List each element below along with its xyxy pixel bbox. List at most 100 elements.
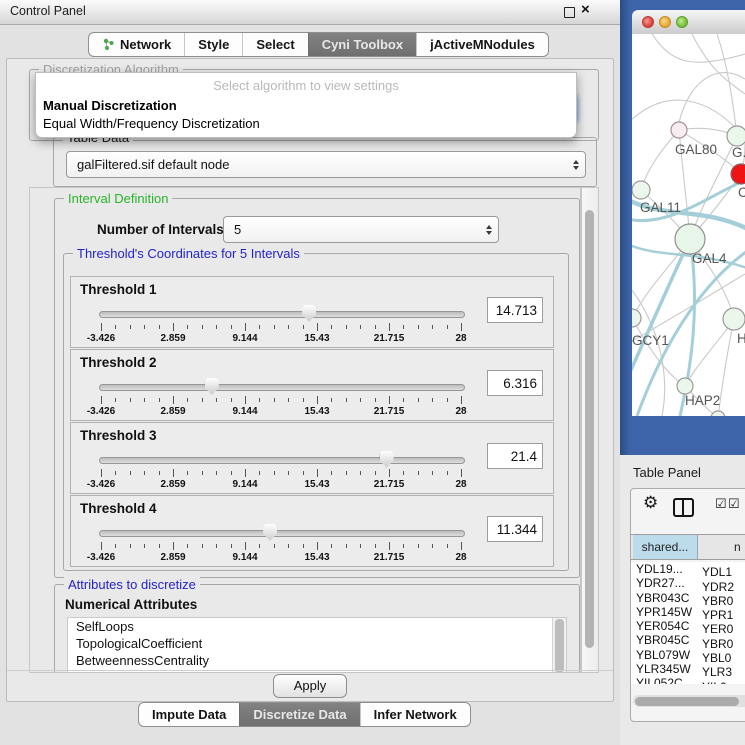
gear-icon[interactable]: ⚙	[643, 493, 658, 513]
tick-label: 28	[455, 479, 466, 490]
scrollbar-thumb[interactable]	[555, 619, 564, 673]
top-tab-bar: Network Style Select Cyni Toolbox jActiv…	[88, 32, 549, 57]
zoom-traffic-light-icon[interactable]	[676, 16, 688, 28]
table-row[interactable]: YDR27...YDR2	[631, 576, 745, 590]
threshold-value-field[interactable]: 14.713	[487, 297, 543, 323]
close-icon[interactable]: ×	[581, 1, 590, 18]
tick-label: 2.859	[160, 406, 185, 417]
scrollbar-thumb[interactable]	[635, 697, 739, 706]
attribute-item[interactable]: BetweennessCentrality	[68, 652, 566, 669]
tick-label: 9.144	[232, 406, 257, 417]
apply-button[interactable]: Apply	[273, 674, 347, 698]
panel-title: Control Panel	[10, 4, 86, 18]
threshold-slider[interactable]: -3.4262.8599.14415.4321.71528	[99, 378, 463, 418]
threshold-4-panel: Threshold 4 -3.4262.8599.14415.4321.7152…	[70, 495, 554, 567]
tab-discretize-data[interactable]: Discretize Data	[239, 703, 359, 726]
network-node[interactable]	[671, 122, 687, 138]
slider-track[interactable]	[99, 311, 465, 318]
network-node[interactable]	[632, 181, 650, 199]
attribute-item[interactable]: TopologicalCoefficient	[68, 635, 566, 652]
checkbox-icon[interactable]: ☑	[715, 496, 727, 512]
tab-label: jActiveMNodules	[430, 36, 535, 53]
slider-handle[interactable]	[205, 378, 219, 395]
split-columns-icon[interactable]	[673, 498, 694, 517]
checkbox-icon[interactable]: ☑	[728, 496, 740, 512]
tab-infer-network[interactable]: Infer Network	[360, 703, 470, 726]
node-label: GAL11	[640, 200, 681, 215]
table-row[interactable]: YER054CYER0	[631, 619, 745, 633]
column-header-name[interactable]: n	[698, 535, 745, 559]
slider-handle[interactable]	[302, 305, 316, 322]
control-panel-titlebar: Control Panel ×	[0, 0, 620, 25]
tab-impute-data[interactable]: Impute Data	[139, 703, 239, 726]
slider-handle[interactable]	[263, 524, 277, 541]
table-row[interactable]: YPR145WYPR1	[631, 605, 745, 619]
network-node[interactable]	[632, 309, 641, 327]
tick-label: -3.426	[87, 406, 115, 417]
tab-cyni-toolbox[interactable]: Cyni Toolbox	[308, 33, 416, 56]
network-node[interactable]	[711, 411, 725, 416]
threshold-slider[interactable]: -3.4262.8599.14415.4321.71528	[99, 451, 463, 491]
button-row: Apply	[7, 670, 613, 701]
scrollbar-thumb[interactable]	[585, 210, 594, 648]
combobox-stepper-icon[interactable]	[480, 217, 498, 242]
table-row[interactable]: YBR045CYBR0	[631, 633, 745, 647]
number-of-intervals-label: Number of Intervals	[97, 222, 224, 237]
dropdown-option-equal-width[interactable]: Equal Width/Frequency Discretization	[43, 116, 260, 131]
table-row[interactable]: YBL079WYBL0	[631, 648, 745, 662]
column-header-shared-name[interactable]: shared...	[633, 535, 698, 559]
attributes-scrollbar[interactable]	[552, 618, 566, 673]
tab-network[interactable]: Network	[89, 33, 184, 56]
tick-label: 2.859	[160, 333, 185, 344]
close-traffic-light-icon[interactable]	[642, 16, 654, 28]
table-header-row: shared... n	[631, 534, 745, 560]
table-row[interactable]: YDL19...YDL1	[631, 562, 745, 576]
tick-label: 15.43	[304, 552, 329, 563]
network-node[interactable]	[677, 378, 693, 394]
settings-scroll-area: Interval Definition Number of Intervals …	[29, 187, 581, 673]
horizontal-scrollbar[interactable]	[633, 695, 745, 707]
tab-label: Impute Data	[152, 706, 226, 723]
float-window-icon[interactable]	[564, 7, 575, 18]
threshold-slider[interactable]: -3.4262.8599.14415.4321.71528	[99, 305, 463, 345]
table-row[interactable]: YBR043CYBR0	[631, 591, 745, 605]
slider-track[interactable]	[99, 384, 465, 391]
network-node[interactable]	[723, 308, 745, 330]
threshold-value-field[interactable]: 11.344	[487, 516, 543, 542]
node-label: GCY1	[632, 333, 669, 348]
table-panel-body: ⚙ ☑ ☑ shared... n YDL19...YDL1YDR27...YD…	[630, 488, 745, 722]
network-node[interactable]	[675, 224, 705, 254]
vertical-scrollbar[interactable]	[581, 187, 599, 673]
network-view-window: GAL80G.GAL11CGAL4GCY1HHAP2	[632, 10, 745, 416]
network-node[interactable]	[727, 126, 745, 146]
threshold-slider[interactable]: -3.4262.8599.14415.4321.71528	[99, 524, 463, 564]
slider-tick-labels: -3.4262.8599.14415.4321.71528	[101, 333, 461, 345]
table-data-combobox[interactable]: galFiltered.sif default node	[66, 151, 586, 178]
slider-handle[interactable]	[380, 451, 394, 468]
numerical-attributes-list[interactable]: SelfLoopsTopologicalCoefficientBetweenne…	[67, 617, 567, 673]
group-title: Attributes to discretize	[64, 577, 200, 592]
threshold-value-field[interactable]: 21.4	[487, 443, 543, 469]
threshold-value-field[interactable]: 6.316	[487, 370, 543, 396]
tick-label: 28	[455, 552, 466, 563]
table-row[interactable]: YLR345WYLR3	[631, 662, 745, 676]
combobox-stepper-icon[interactable]	[567, 152, 585, 177]
network-canvas[interactable]: GAL80G.GAL11CGAL4GCY1HHAP2	[632, 34, 745, 416]
tab-jactivemnodules[interactable]: jActiveMNodules	[416, 33, 548, 56]
number-of-intervals-combobox[interactable]: 5	[223, 216, 499, 243]
network-node[interactable]	[731, 164, 745, 184]
dropdown-placeholder-option[interactable]: Select algorithm to view settings	[36, 78, 576, 93]
tab-style[interactable]: Style	[184, 33, 242, 56]
tick-label: 21.715	[374, 552, 405, 563]
slider-track[interactable]	[99, 457, 465, 464]
node-label: G.	[732, 145, 745, 160]
cyni-content: Discretization Algorithm Select algorith…	[6, 58, 614, 702]
dropdown-option-manual-discretization[interactable]: Manual Discretization	[43, 98, 177, 113]
attribute-item[interactable]: SelfLoops	[68, 618, 566, 635]
group-title: Interval Definition	[64, 191, 172, 206]
minimize-traffic-light-icon[interactable]	[659, 16, 671, 28]
tab-select[interactable]: Select	[242, 33, 307, 56]
slider-track[interactable]	[99, 530, 465, 537]
thresholds-group: Threshold's Coordinates for 5 Intervals …	[63, 253, 569, 571]
threshold-value: 11.344	[497, 522, 537, 537]
